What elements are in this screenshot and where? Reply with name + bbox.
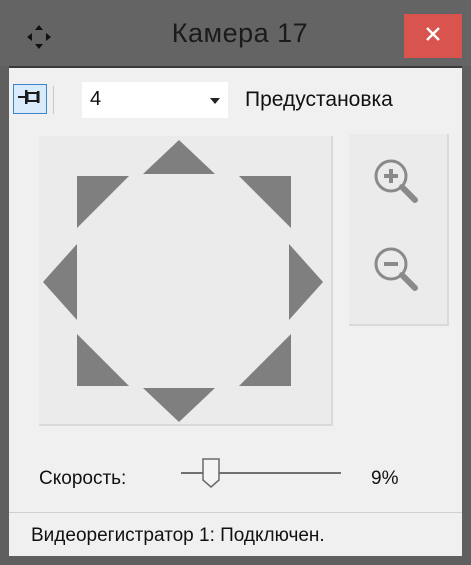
slider-thumb[interactable] [202, 458, 220, 488]
pan-up-left-arrow[interactable] [77, 176, 129, 228]
speed-label: Скорость: [39, 468, 127, 489]
ptz-control-pad [39, 136, 333, 426]
speed-value: 9% [371, 468, 399, 489]
camera-window: Камера 17 4 Предустановка Скорость: 9% В… [0, 0, 471, 565]
close-icon [425, 26, 441, 47]
preset-button[interactable]: Предустановка [245, 88, 393, 112]
pan-down-left-arrow[interactable] [77, 334, 129, 386]
preset-value: 4 [90, 88, 102, 110]
window-title: Камера 17 [171, 18, 309, 48]
toolbar-separator [53, 86, 54, 114]
zoom-out-icon [367, 247, 427, 304]
pin-button[interactable] [13, 84, 47, 114]
status-bar: Видеорегистратор 1: Подключен. [9, 512, 462, 557]
close-button[interactable] [404, 14, 462, 58]
window-bottom-border [0, 556, 471, 565]
title-bar[interactable]: Камера 17 [0, 0, 471, 66]
pan-down-right-arrow[interactable] [239, 334, 291, 386]
toolbar: 4 Предустановка [9, 66, 462, 128]
pan-down-arrow[interactable] [143, 388, 215, 422]
client-area: 4 Предустановка Скорость: 9% Видеорегист… [9, 66, 462, 557]
status-text: Видеорегистратор 1: Подключен. [31, 525, 325, 546]
speed-slider[interactable] [175, 454, 347, 494]
pan-up-right-arrow[interactable] [239, 176, 291, 228]
pan-right-arrow[interactable] [289, 244, 323, 320]
zoom-out-button[interactable] [367, 240, 427, 300]
zoom-in-button[interactable] [367, 152, 427, 212]
move-icon[interactable] [26, 24, 52, 50]
pan-left-arrow[interactable] [43, 244, 77, 320]
zoom-panel [349, 134, 449, 326]
preset-select[interactable]: 4 [82, 82, 228, 118]
pin-icon [17, 87, 43, 112]
zoom-in-icon [367, 159, 427, 216]
chevron-down-icon[interactable] [210, 98, 220, 104]
pan-up-arrow[interactable] [143, 140, 215, 174]
